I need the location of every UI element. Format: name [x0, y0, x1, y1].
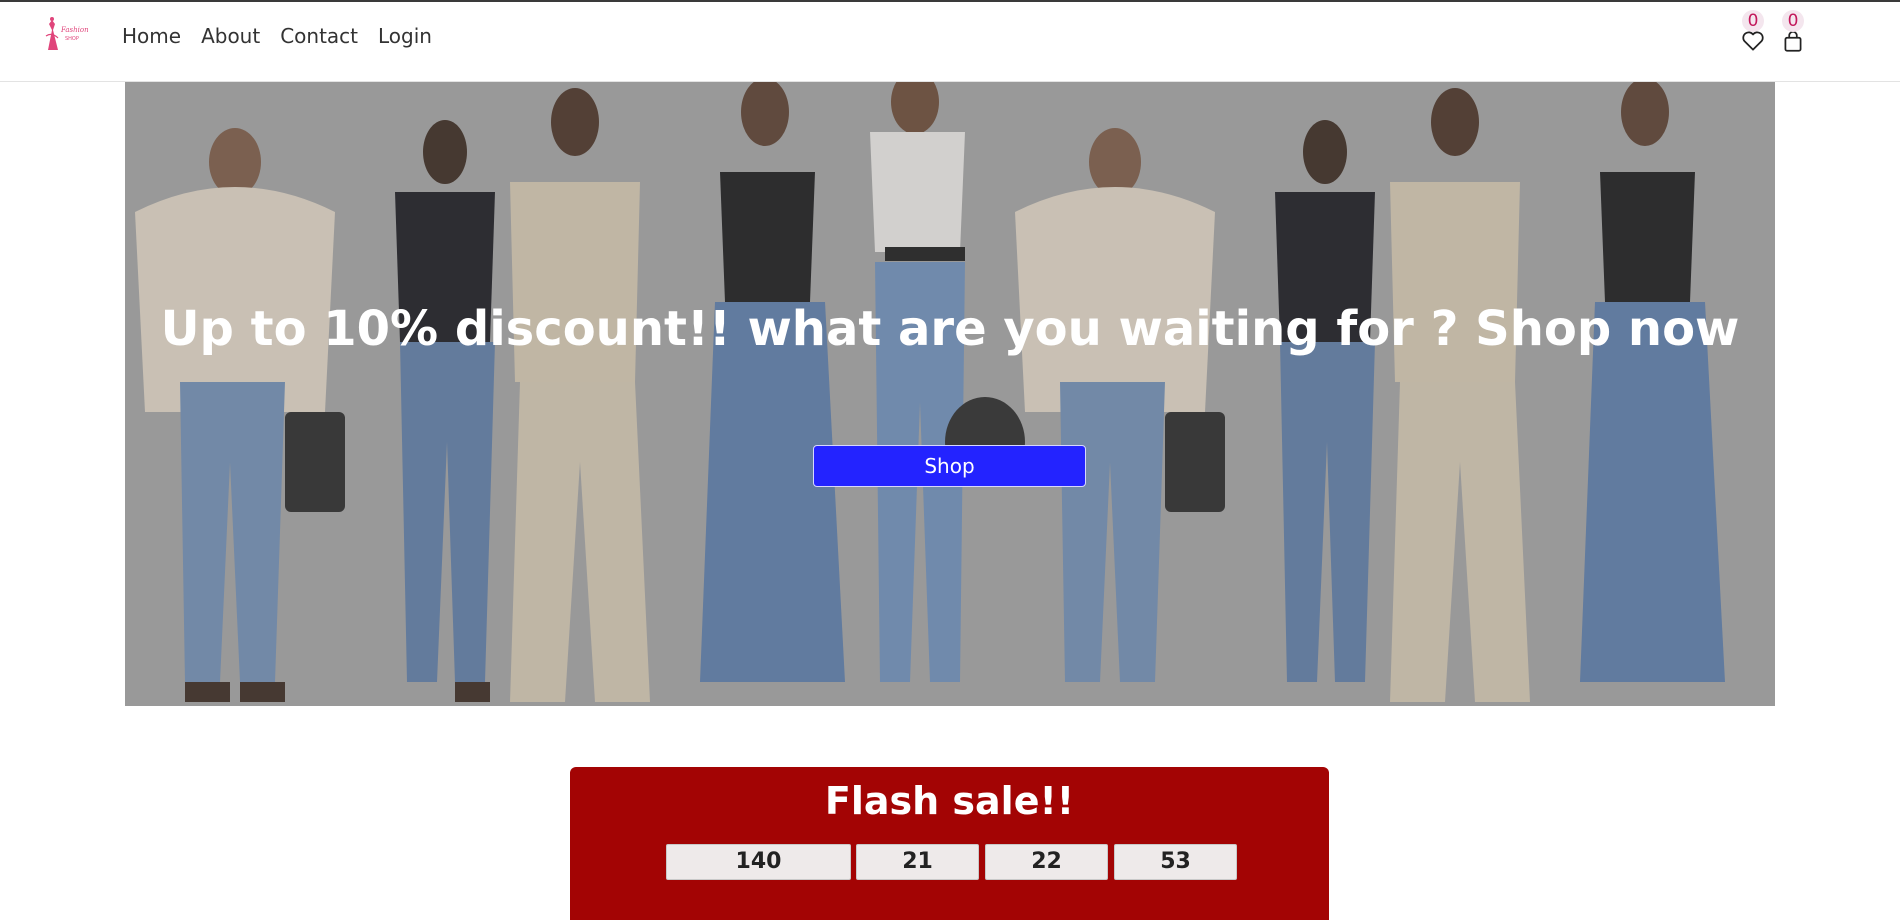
wishlist-count-badge: 0: [1742, 10, 1764, 32]
countdown-seconds: 53: [1114, 844, 1237, 880]
hero-overlay: [125, 82, 1775, 706]
nav-login-link[interactable]: Login: [378, 24, 432, 48]
svg-text:Fashion: Fashion: [60, 26, 88, 34]
shop-button[interactable]: Shop: [813, 445, 1086, 487]
countdown-minutes: 22: [985, 844, 1108, 880]
logo-icon: Fashion SHOP: [45, 17, 89, 50]
nav-icons: 0 0: [1740, 10, 1830, 62]
nav-contact-link[interactable]: Contact: [280, 24, 358, 48]
main-nav: Home About Contact Login: [122, 24, 432, 48]
cart-button[interactable]: 0: [1780, 10, 1806, 56]
nav-about-link[interactable]: About: [201, 24, 260, 48]
hero-title: Up to 10% discount!! what are you waitin…: [160, 301, 1740, 357]
flash-sale-panel: Flash sale!! 140 21 22 53: [570, 767, 1329, 920]
hero-banner: Up to 10% discount!! what are you waitin…: [125, 82, 1775, 706]
nav-home-link[interactable]: Home: [122, 24, 181, 48]
svg-text:SHOP: SHOP: [65, 36, 79, 42]
flash-sale-title: Flash sale!!: [824, 779, 1075, 823]
countdown-days: 140: [666, 844, 851, 880]
cart-count-badge: 0: [1782, 10, 1804, 32]
countdown-hours: 21: [856, 844, 979, 880]
logo[interactable]: Fashion SHOP: [40, 16, 89, 52]
navbar: Fashion SHOP Home About Contact Login 0 …: [0, 2, 1900, 82]
wishlist-button[interactable]: 0: [1740, 10, 1766, 56]
